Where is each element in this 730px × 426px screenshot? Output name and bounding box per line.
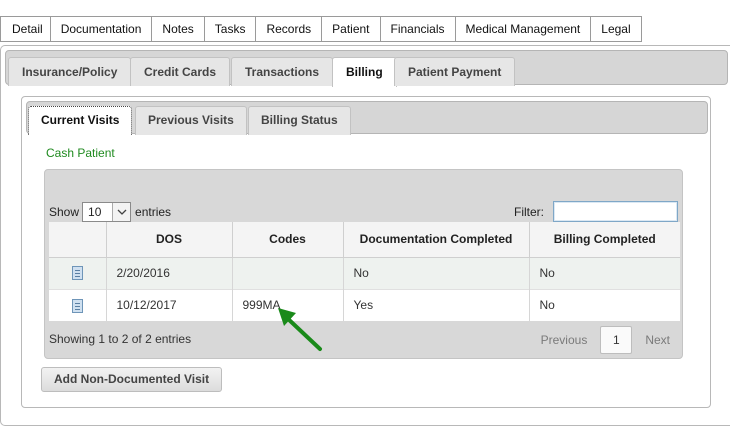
dos-cell: 10/12/2017: [105, 288, 232, 321]
show-label: Show: [49, 205, 80, 219]
row-doc-cell[interactable]: [49, 288, 106, 321]
column-header-dos[interactable]: DOS: [105, 222, 232, 258]
entries-select-value: 10: [88, 205, 102, 219]
tab-patient[interactable]: Patient: [322, 16, 381, 42]
codes-cell: [231, 257, 343, 289]
patient-type-label: Cash Patient: [46, 146, 115, 160]
table-header-row: DOS Codes Documentation Completed Billin…: [49, 222, 680, 258]
tab-detail[interactable]: Detail: [0, 16, 51, 42]
chevron-down-icon: [112, 203, 131, 221]
billing-tab-bar: Insurance/Policy Credit Cards Transactio…: [5, 50, 728, 87]
page-length-control: Show 10 entries: [49, 202, 171, 222]
page-1-button[interactable]: 1: [600, 326, 633, 354]
next-page-button[interactable]: Next: [636, 326, 679, 354]
column-header-codes[interactable]: Codes: [231, 222, 343, 258]
billing-completed-cell: No: [528, 288, 680, 321]
tab-billing-status[interactable]: Billing Status: [248, 106, 351, 135]
financials-panel: Insurance/Policy Credit Cards Transactio…: [0, 45, 730, 426]
billing-panel: Current Visits Previous Visits Billing S…: [21, 96, 711, 408]
pagination: Previous 1 Next: [532, 326, 679, 354]
tab-previous-visits[interactable]: Previous Visits: [135, 106, 247, 135]
tab-credit-cards[interactable]: Credit Cards: [130, 57, 231, 86]
dos-cell: 2/20/2016: [105, 257, 232, 289]
visit-tab-bar: Current Visits Previous Visits Billing S…: [26, 101, 708, 135]
green-arrow-icon: [278, 308, 322, 351]
filter-input[interactable]: [553, 201, 678, 222]
billing-completed-cell: No: [528, 257, 680, 289]
table-row[interactable]: 2/20/2016 No No: [49, 257, 680, 289]
column-header-icon[interactable]: [49, 222, 106, 258]
tab-current-visits[interactable]: Current Visits: [28, 106, 133, 135]
tab-patient-payment[interactable]: Patient Payment: [394, 57, 516, 86]
tab-financials[interactable]: Financials: [380, 16, 456, 42]
entries-label: entries: [135, 205, 172, 219]
table-row[interactable]: 10/12/2017 999MA Yes No: [49, 288, 680, 321]
column-header-billing-completed[interactable]: Billing Completed: [528, 222, 680, 258]
tab-medical-management[interactable]: Medical Management: [455, 16, 592, 42]
table-info: Showing 1 to 2 of 2 entries: [49, 332, 192, 346]
row-doc-cell[interactable]: [49, 257, 106, 289]
documentation-completed-cell: Yes: [342, 288, 529, 321]
entries-select[interactable]: 10: [82, 202, 132, 222]
tab-documentation[interactable]: Documentation: [50, 16, 153, 42]
column-header-documentation-completed[interactable]: Documentation Completed: [342, 222, 529, 258]
tab-records[interactable]: Records: [256, 16, 323, 42]
top-tab-bar: Detail Documentation Notes Tasks Records…: [0, 16, 642, 42]
visits-table-wrapper: Show 10 entries Filter: DOS Codes Docume…: [44, 169, 683, 359]
tab-transactions[interactable]: Transactions: [231, 57, 334, 86]
documentation-completed-cell: No: [342, 257, 529, 289]
tab-billing[interactable]: Billing: [332, 57, 397, 87]
tab-insurance-policy[interactable]: Insurance/Policy: [8, 57, 132, 86]
visits-table: DOS Codes Documentation Completed Billin…: [49, 222, 680, 321]
document-icon[interactable]: [71, 298, 83, 313]
document-icon[interactable]: [71, 266, 83, 281]
filter-control: Filter:: [514, 201, 678, 222]
tab-legal[interactable]: Legal: [591, 16, 642, 42]
add-non-documented-visit-button[interactable]: Add Non-Documented Visit: [41, 367, 223, 392]
tab-tasks[interactable]: Tasks: [204, 16, 257, 42]
tab-notes[interactable]: Notes: [152, 16, 205, 42]
filter-label: Filter:: [514, 204, 544, 219]
previous-page-button[interactable]: Previous: [532, 326, 597, 354]
